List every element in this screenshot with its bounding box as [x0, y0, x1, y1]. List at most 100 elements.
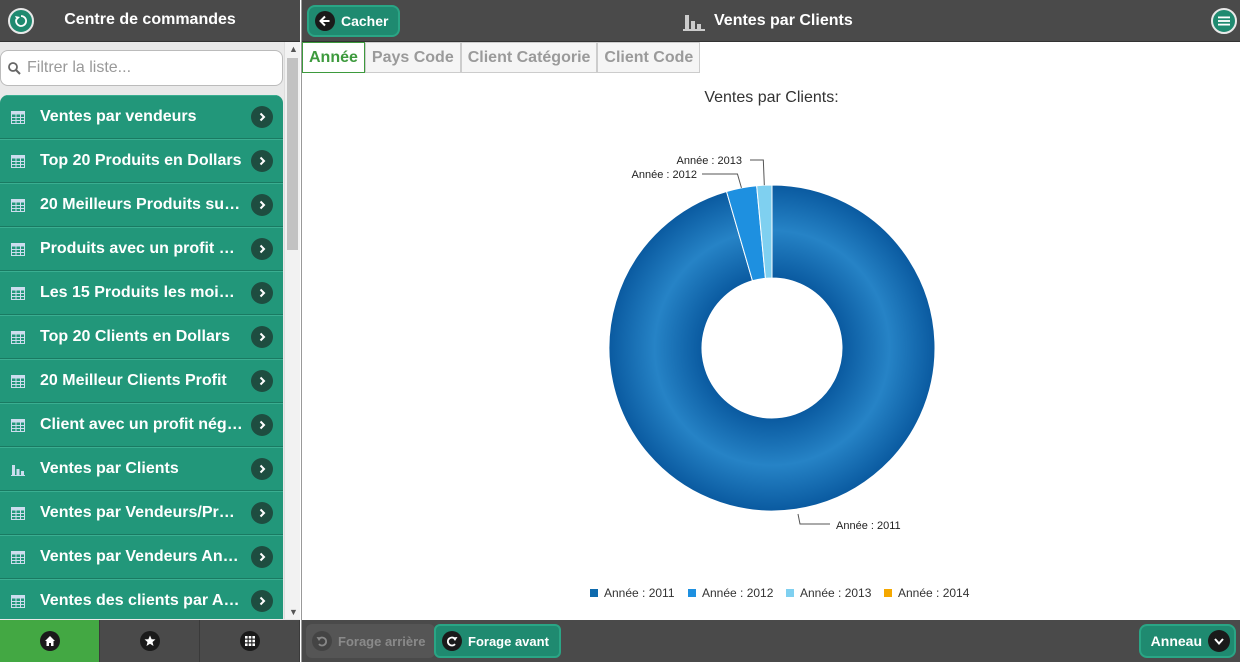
menu-item[interactable]: Top 20 Clients en Dollars	[0, 315, 283, 359]
legend-entry[interactable]: Année : 2014	[898, 586, 970, 600]
sidebar-scrollbar[interactable]: ▲ ▼	[284, 42, 300, 619]
menu-item-label: 20 Meilleur Clients Profit	[40, 372, 227, 389]
menu-item[interactable]: Top 20 Produits en Dollars	[0, 139, 283, 183]
drill-back-label: Forage arrière	[338, 633, 426, 649]
sidebar-header: Centre de commandes	[0, 0, 300, 42]
legend-swatch	[786, 589, 794, 597]
table-icon	[11, 111, 25, 124]
chevron-right-icon[interactable]	[251, 590, 273, 612]
sidebar: Centre de commandes Ventes par vendeurs T…	[0, 0, 300, 662]
table-icon	[11, 419, 25, 432]
bar-chart-icon	[683, 15, 705, 31]
chevron-right-icon[interactable]	[251, 546, 273, 568]
app: Centre de commandes Ventes par vendeurs T…	[0, 0, 1240, 662]
dimension-tabs: Année Pays Code Client Catégorie Client Cod…	[302, 42, 701, 73]
chevron-right-icon[interactable]	[251, 326, 273, 348]
menu-item-label: Les 15 Produits les moins vendus	[40, 284, 243, 301]
table-icon	[11, 551, 25, 564]
menu-item[interactable]: Ventes par vendeurs	[0, 95, 283, 139]
drill-forward-button[interactable]: Forage avant	[434, 624, 561, 658]
slice-leader-line	[702, 173, 742, 189]
chart-type-label: Anneau	[1150, 633, 1202, 649]
chevron-down-icon	[1214, 638, 1224, 646]
legend-entry[interactable]: Année : 2012	[702, 586, 774, 600]
chevron-right-icon[interactable]	[251, 238, 273, 260]
bottom-bar: Forage arrière Forage avant Anneau	[302, 620, 1240, 662]
redo-icon	[446, 636, 458, 647]
menu-item[interactable]: 20 Meilleur Clients Profit	[0, 359, 283, 403]
filter-input[interactable]	[27, 57, 277, 79]
chevron-right-icon[interactable]	[251, 414, 273, 436]
table-icon	[11, 243, 25, 256]
chevron-right-icon[interactable]	[251, 194, 273, 216]
table-icon	[11, 155, 25, 168]
star-icon	[144, 635, 155, 646]
sidebar-title: Centre de commandes	[64, 11, 236, 28]
menu-item[interactable]: Ventes par Vendeurs/Produits	[0, 491, 283, 535]
menu-item-label: Produits avec un profit négatif	[40, 240, 243, 257]
filter-box	[0, 50, 283, 86]
menu-button[interactable]	[1211, 8, 1237, 34]
home-button[interactable]	[0, 620, 100, 662]
chevron-right-icon[interactable]	[251, 370, 273, 392]
menu-item[interactable]: Ventes par Vendeurs Année	[0, 535, 283, 579]
bottom-nav	[0, 620, 300, 662]
table-icon	[11, 287, 25, 300]
grid-button[interactable]	[200, 620, 300, 662]
menu-item[interactable]: Client avec un profit négatif	[0, 403, 283, 447]
slice-data-label: Année : 2012	[632, 169, 697, 181]
tab-pays-code[interactable]: Pays Code	[364, 42, 461, 73]
tab-client-catégorie[interactable]: Client Catégorie	[460, 42, 598, 73]
hide-button-label: Cacher	[341, 13, 389, 29]
donut-chart: Année : 2011 Année : 2012 Année : 2013 Anné…	[590, 155, 970, 600]
drill-forward-label: Forage avant	[468, 633, 549, 649]
tab-client-code[interactable]: Client Code	[597, 42, 701, 73]
menu-item-label: Ventes par Vendeurs Année	[40, 548, 243, 565]
favorites-button[interactable]	[100, 620, 200, 662]
legend-swatch	[688, 589, 696, 597]
search-icon	[8, 62, 21, 75]
slice-leader-line	[750, 159, 765, 186]
menu-item[interactable]: 20 Meilleurs Produits sur Profit	[0, 183, 283, 227]
menu-item[interactable]: Les 15 Produits les moins vendus	[0, 271, 283, 315]
chart-type-button[interactable]: Anneau	[1138, 624, 1236, 658]
bar-chart-icon	[11, 465, 25, 476]
menu-item[interactable]: Ventes par Clients	[0, 447, 283, 491]
tab-année[interactable]: Année	[302, 42, 365, 73]
table-icon	[11, 199, 25, 212]
menu-item[interactable]: Produits avec un profit négatif	[0, 227, 283, 271]
menu-item-label: Ventes par vendeurs	[40, 108, 197, 125]
chevron-right-icon[interactable]	[251, 150, 273, 172]
legend-swatch	[590, 589, 598, 597]
hide-button[interactable]: Cacher	[307, 5, 401, 37]
legend-swatch	[884, 589, 892, 597]
chevron-right-icon[interactable]	[251, 282, 273, 304]
arrow-left-icon	[319, 15, 330, 27]
menu-list: Ventes par vendeurs Top 20 Produits en Do…	[0, 95, 283, 619]
scrollbar-thumb[interactable]	[287, 58, 298, 250]
slice-leader-line	[797, 513, 830, 525]
table-icon	[11, 375, 25, 388]
chevron-right-icon[interactable]	[251, 458, 273, 480]
menu-item-label: Top 20 Clients en Dollars	[40, 328, 230, 345]
scroll-down-icon[interactable]: ▼	[289, 607, 298, 617]
hamburger-icon	[1218, 16, 1230, 26]
menu-item[interactable]: Ventes des clients par Année	[0, 579, 283, 619]
top-bar: Cacher Ventes par Clients	[302, 0, 1240, 42]
drill-back-button[interactable]: Forage arrière	[306, 624, 436, 658]
legend-entry[interactable]: Année : 2011	[604, 586, 675, 600]
slice-data-label: Année : 2011	[836, 520, 901, 532]
undo-icon	[316, 636, 328, 647]
chevron-right-icon[interactable]	[251, 106, 273, 128]
page-title: Ventes par Clients	[714, 12, 853, 29]
legend-entry[interactable]: Année : 2013	[800, 586, 872, 600]
menu-item-label: Ventes par Clients	[40, 460, 179, 477]
menu-item-label: Ventes des clients par Année	[40, 592, 243, 609]
chevron-right-icon[interactable]	[251, 502, 273, 524]
main-panel: Cacher Ventes par Clients Année Pays Code…	[301, 0, 1240, 662]
table-icon	[11, 507, 25, 520]
menu-item-label: Client avec un profit négatif	[40, 416, 243, 433]
table-icon	[11, 331, 25, 344]
scroll-up-icon[interactable]: ▲	[289, 44, 298, 54]
menu-item-label: 20 Meilleurs Produits sur Profit	[40, 196, 243, 213]
